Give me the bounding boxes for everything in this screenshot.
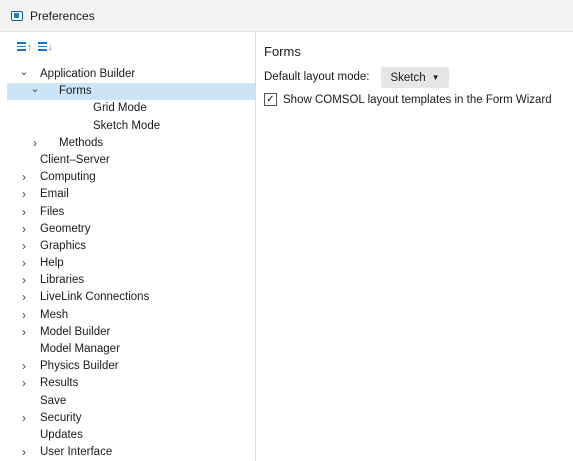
tree-item-label: Geometry — [40, 222, 91, 235]
chevron-right-icon[interactable]: › — [19, 289, 29, 306]
tree-item-label: Physics Builder — [40, 360, 119, 373]
tree-item-label: User Interface — [40, 446, 113, 459]
title-bar: Preferences — [0, 0, 573, 31]
preferences-tree: ⌄ Application Builder ⌄ Forms Grid Mode Sketc… — [7, 66, 255, 461]
tree-item[interactable]: Grid Mode — [7, 100, 255, 117]
tree-toolbar: ↑ ↓ — [17, 38, 53, 56]
tree-item[interactable]: › Email — [7, 186, 255, 203]
chevron-right-icon[interactable]: › — [19, 410, 29, 427]
chevron-right-icon[interactable]: › — [19, 255, 29, 272]
settings-panel: Forms Default layout mode: Sketch ▼ ✓ Sh… — [264, 32, 573, 461]
layout-mode-label: Default layout mode: — [264, 71, 370, 83]
chevron-right-icon[interactable]: › — [19, 324, 29, 341]
layout-mode-value: Sketch — [390, 71, 426, 84]
preferences-tree-pane: ↑ ↓ ⌄ Application Builder ⌄ Forms Grid Mode S… — [7, 32, 256, 461]
tree-item[interactable]: › Mesh — [7, 307, 255, 324]
tree-item-label: Results — [40, 377, 79, 390]
chevron-right-icon[interactable]: › — [19, 307, 29, 324]
tree-item[interactable]: › Physics Builder — [7, 358, 255, 375]
tree-item-label: Application Builder — [40, 68, 136, 80]
chevron-right-icon[interactable]: › — [19, 221, 29, 238]
chevron-right-icon[interactable]: › — [19, 444, 29, 461]
tree-item-label: Model Manager — [40, 343, 120, 355]
tree-item[interactable]: Model Manager — [7, 341, 255, 358]
tree-item-label: Grid Mode — [93, 102, 147, 115]
templates-checkbox-label: Show COMSOL layout templates in the Form… — [283, 93, 552, 106]
tree-item-label: Methods — [59, 136, 104, 149]
chevron-right-icon[interactable]: › — [30, 135, 40, 152]
tree-item[interactable]: ⌄ Application Builder — [7, 66, 255, 83]
tree-item[interactable]: › Help — [7, 255, 255, 272]
tree-item[interactable]: › User Interface — [7, 444, 255, 461]
chevron-down-icon: ▼ — [431, 73, 440, 82]
chevron-down-icon[interactable]: ⌄ — [19, 66, 29, 78]
tree-item-label: Email — [40, 188, 69, 201]
window-title: Preferences — [30, 8, 95, 23]
tree-item-label: Save — [40, 394, 67, 407]
tree-item-label: Files — [40, 205, 65, 218]
tree-item[interactable]: › Libraries — [7, 272, 255, 289]
chevron-right-icon[interactable]: › — [19, 272, 29, 289]
tree-item-label: Sketch Mode — [93, 119, 161, 132]
expand-all-icon[interactable]: ↑ — [17, 40, 32, 54]
tree-item-label: Computing — [40, 171, 96, 184]
tree-item-label: Help — [40, 257, 64, 270]
tree-item[interactable]: › Computing — [7, 169, 255, 186]
tree-item[interactable]: › Geometry — [7, 221, 255, 238]
tree-item[interactable]: ⌄ Forms — [7, 83, 255, 101]
tree-item[interactable]: › Model Builder — [7, 324, 255, 341]
preferences-content: ↑ ↓ ⌄ Application Builder ⌄ Forms Grid Mode S… — [0, 31, 573, 461]
tree-item[interactable]: › Security — [7, 410, 255, 427]
templates-checkbox[interactable]: ✓ — [264, 93, 277, 106]
chevron-right-icon[interactable]: › — [19, 204, 29, 221]
collapse-all-icon[interactable]: ↓ — [38, 40, 53, 54]
tree-item-label: Security — [40, 411, 82, 424]
chevron-right-icon[interactable]: › — [19, 238, 29, 255]
tree-item[interactable]: Client–Server — [7, 152, 255, 169]
tree-item[interactable]: › Methods — [7, 135, 255, 152]
comsol-app-icon — [11, 10, 23, 21]
chevron-right-icon[interactable]: › — [19, 186, 29, 203]
tree-item[interactable]: Sketch Mode — [7, 118, 255, 135]
chevron-right-icon[interactable]: › — [19, 358, 29, 375]
tree-item[interactable]: › Results — [7, 375, 255, 392]
tree-item[interactable]: Save — [7, 393, 255, 410]
tree-item-label: Forms — [59, 85, 92, 98]
tree-item-label: Mesh — [40, 308, 69, 321]
chevron-right-icon[interactable]: › — [19, 375, 29, 392]
chevron-down-icon[interactable]: ⌄ — [30, 83, 40, 95]
tree-item-label: Graphics — [40, 239, 87, 252]
tree-item-label: Client–Server — [40, 153, 110, 166]
tree-item-label: Libraries — [40, 274, 85, 287]
tree-item[interactable]: › Graphics — [7, 238, 255, 255]
layout-mode-dropdown[interactable]: Sketch ▼ — [381, 67, 449, 88]
tree-item[interactable]: › Files — [7, 204, 255, 221]
templates-checkbox-row[interactable]: ✓ Show COMSOL layout templates in the Fo… — [264, 93, 552, 106]
chevron-right-icon[interactable]: › — [19, 169, 29, 186]
tree-item[interactable]: Updates — [7, 427, 255, 444]
tree-item-label: LiveLink Connections — [40, 291, 150, 304]
tree-item-label: Model Builder — [40, 325, 111, 338]
tree-item-label: Updates — [40, 428, 83, 441]
section-title: Forms — [264, 44, 301, 59]
tree-item[interactable]: › LiveLink Connections — [7, 289, 255, 306]
